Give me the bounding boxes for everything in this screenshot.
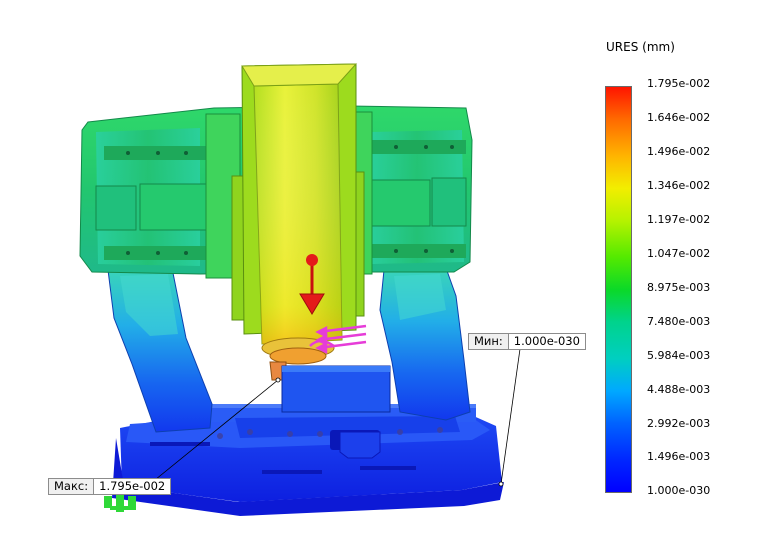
carriage-block: [281, 365, 391, 413]
legend-tick-label: 1.197e-002: [647, 212, 711, 226]
model-viewport[interactable]: [0, 0, 759, 557]
legend-tick-label: 5.984e-003: [647, 348, 711, 362]
legend-tick-label: 8.975e-003: [647, 280, 711, 294]
legend-tick-label: 1.000e-030: [647, 484, 711, 498]
legend-title: URES (mm): [606, 40, 675, 54]
legend-tick-label: 1.646e-002: [647, 110, 711, 124]
max-value: 1.795e-002: [94, 478, 172, 495]
ground-fixture-icon: [104, 494, 136, 512]
legend-frame: [605, 86, 632, 493]
spindle-assembly: [231, 63, 365, 381]
legend-tick-label: 7.480e-003: [647, 314, 711, 328]
min-probe-leader: [500, 348, 521, 485]
min-caption: Мин:: [468, 333, 509, 350]
legend-tick-label: 1.496e-002: [647, 144, 711, 158]
min-value: 1.000e-030: [508, 333, 586, 350]
legend-tick-label: 1.346e-002: [647, 178, 711, 192]
legend-tick-label: 1.496e-003: [647, 450, 711, 464]
legend-tick-label: 1.047e-002: [647, 246, 711, 260]
legend-tick-label: 2.992e-003: [647, 416, 711, 430]
legend-tick-label: 1.795e-002: [647, 77, 711, 90]
max-caption: Макс:: [48, 478, 95, 495]
legend-tick-label: 4.488e-003: [647, 382, 711, 396]
max-probe-label[interactable]: Макс: 1.795e-002: [48, 478, 172, 495]
min-probe-label[interactable]: Мин: 1.000e-030: [468, 333, 586, 350]
